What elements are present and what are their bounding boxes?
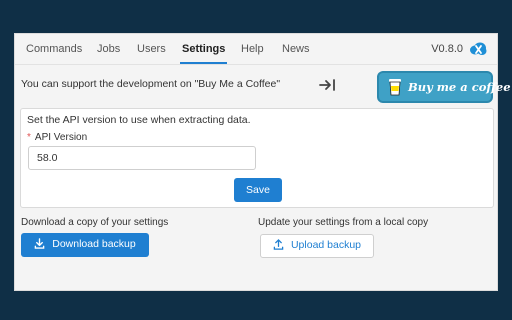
upload-backup-button[interactable]: Upload backup bbox=[260, 234, 374, 258]
support-text: You can support the development on "Buy … bbox=[21, 78, 281, 90]
upload-description: Update your settings from a local copy bbox=[258, 217, 429, 228]
save-button[interactable]: Save bbox=[234, 178, 282, 202]
cloud-logo-icon bbox=[470, 42, 487, 55]
buy-me-a-coffee-button[interactable]: Buy me a coffee bbox=[377, 71, 511, 103]
app-window: Commands Jobs Users Settings Help News V… bbox=[14, 33, 511, 291]
collapse-arrow-icon[interactable] bbox=[318, 78, 338, 92]
tab-jobs[interactable]: Jobs bbox=[97, 34, 120, 64]
api-settings-panel: Set the API version to use when extracti… bbox=[20, 108, 494, 208]
api-version-input[interactable] bbox=[28, 146, 256, 170]
tab-settings[interactable]: Settings bbox=[179, 34, 228, 64]
coffee-cup-icon bbox=[389, 79, 401, 96]
upload-icon bbox=[273, 239, 284, 250]
upload-backup-label: Upload backup bbox=[290, 238, 362, 251]
buy-me-a-coffee-label: Buy me a coffee bbox=[408, 80, 511, 94]
api-version-label-text: API Version bbox=[34, 132, 88, 143]
required-marker: * bbox=[27, 132, 31, 143]
api-description: Set the API version to use when extracti… bbox=[27, 114, 251, 126]
tab-commands[interactable]: Commands bbox=[26, 34, 82, 64]
tab-users[interactable]: Users bbox=[137, 34, 166, 64]
tab-help[interactable]: Help bbox=[241, 34, 264, 64]
download-icon bbox=[34, 238, 45, 250]
api-version-label: * API Version bbox=[27, 132, 87, 143]
tab-news[interactable]: News bbox=[282, 34, 310, 64]
version-label: V0.8.0 bbox=[431, 43, 463, 55]
download-backup-label: Download backup bbox=[52, 237, 136, 250]
tab-bar: Commands Jobs Users Settings Help News V… bbox=[15, 34, 497, 65]
support-row: You can support the development on "Buy … bbox=[15, 68, 511, 103]
download-backup-button[interactable]: Download backup bbox=[21, 233, 149, 257]
download-description: Download a copy of your settings bbox=[21, 217, 169, 228]
